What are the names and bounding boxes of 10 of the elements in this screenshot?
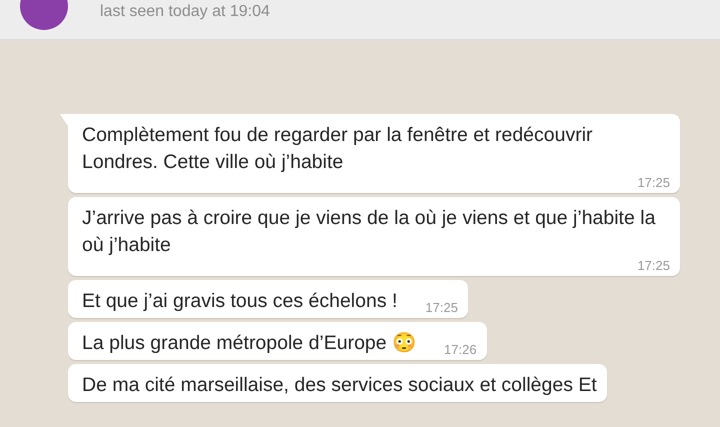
message-time: 17:26 — [443, 343, 477, 357]
message-time: 17:25 — [636, 176, 670, 190]
message-text: J’arrive pas à croire que je viens de la où je viens et que j’habite la où j’habite — [82, 206, 656, 258]
message-time: 17:25 — [424, 301, 458, 315]
message-time: 17:25 — [636, 259, 670, 273]
message-text: De ma cité marseillaise, des services sociaux et collèges Et — [82, 373, 597, 398]
message-text: Complètement fou de regarder par la fenêtre et redécouvrir Londres. Cette ville où j’habite — [82, 123, 594, 175]
last-seen-status: last seen today at 19:04 — [100, 3, 270, 21]
message-text: Et que j’ai gravis tous ces échelons ! — [82, 289, 398, 314]
message-text: La plus grande métropole d’Europe 😳 — [82, 331, 416, 356]
